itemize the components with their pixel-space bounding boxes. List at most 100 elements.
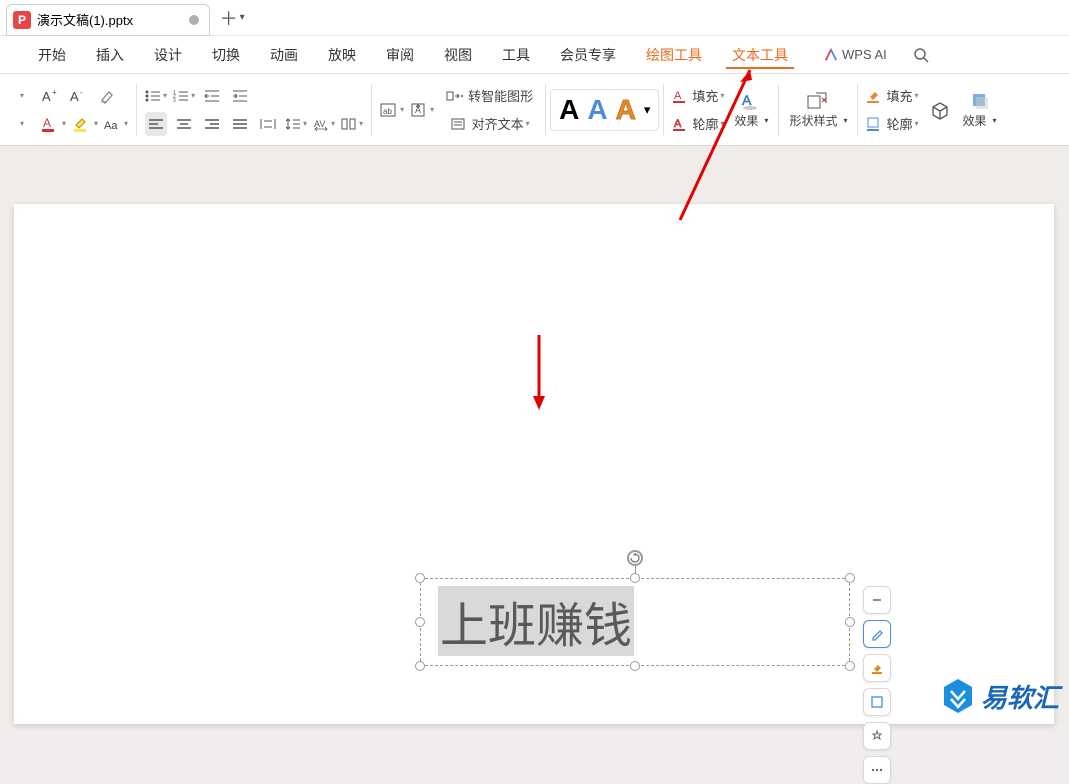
float-magic-button[interactable] xyxy=(863,722,891,750)
handle-w[interactable] xyxy=(415,617,425,627)
wordart-style-3[interactable]: A xyxy=(616,94,636,126)
svg-text:A: A xyxy=(674,90,682,102)
new-tab-button[interactable]: ＋▾ xyxy=(218,4,246,32)
textbox-selection[interactable]: 上班赚钱 xyxy=(420,578,850,666)
svg-text:3: 3 xyxy=(173,98,176,103)
menu-member[interactable]: 会员专享 xyxy=(554,41,622,69)
svg-text:A: A xyxy=(742,92,752,108)
char-spacing-icon[interactable]: AV▾ xyxy=(313,112,335,136)
decrease-indent-icon[interactable] xyxy=(201,84,223,108)
handle-se[interactable] xyxy=(845,661,855,671)
title-bar: P 演示文稿(1).pptx ＋▾ xyxy=(0,0,1069,36)
handle-s[interactable] xyxy=(630,661,640,671)
handle-nw[interactable] xyxy=(415,573,425,583)
search-icon[interactable] xyxy=(913,47,929,63)
handle-ne[interactable] xyxy=(845,573,855,583)
text-fill-icon: A xyxy=(672,88,688,104)
wps-ai[interactable]: WPS AI xyxy=(824,47,887,62)
aligntext-icon xyxy=(450,117,468,131)
handle-sw[interactable] xyxy=(415,661,425,671)
float-more-button[interactable] xyxy=(863,756,891,784)
line-spacing-icon[interactable]: ▾ xyxy=(285,112,307,136)
wordart-style-2[interactable]: A xyxy=(587,94,607,126)
menu-draw-tools[interactable]: 绘图工具 xyxy=(640,41,708,69)
rotate-handle[interactable] xyxy=(627,550,643,566)
text-outline-button[interactable]: A 轮廓▾ xyxy=(672,112,724,136)
shape-outline-icon xyxy=(866,116,882,132)
align-text-button[interactable]: 对齐文本▾ xyxy=(442,112,537,136)
menu-bar: 开始 插入 设计 切换 动画 放映 审阅 视图 工具 会员专享 绘图工具 文本工… xyxy=(0,36,1069,74)
watermark-icon xyxy=(941,677,975,715)
menu-review[interactable]: 审阅 xyxy=(380,41,420,69)
float-edit-button[interactable] xyxy=(863,620,891,648)
document-tab[interactable]: P 演示文稿(1).pptx xyxy=(6,4,210,36)
menu-tools[interactable]: 工具 xyxy=(496,41,536,69)
float-outline-button[interactable] xyxy=(863,688,891,716)
increase-indent-icon[interactable] xyxy=(229,84,251,108)
cube-icon xyxy=(929,99,951,121)
shape-effect-button[interactable]: 效果▾ xyxy=(957,88,1003,131)
menu-slideshow[interactable]: 放映 xyxy=(322,41,362,69)
font-color-icon[interactable]: A▾ xyxy=(40,112,66,136)
menu-design[interactable]: 设计 xyxy=(148,41,188,69)
shape-fill-button[interactable]: 填充▾ xyxy=(866,84,918,108)
font-dropdown[interactable]: ▾ xyxy=(10,84,32,108)
menu-text-tools[interactable]: 文本工具 xyxy=(726,41,794,69)
floating-toolbar xyxy=(863,586,891,784)
wordart-more-icon[interactable]: ▾ xyxy=(644,102,651,118)
columns-icon[interactable]: ▾ xyxy=(341,112,363,136)
text-outline-icon: A xyxy=(672,116,688,132)
float-collapse-button[interactable] xyxy=(863,586,891,614)
svg-text:A: A xyxy=(43,116,51,130)
numbering-icon[interactable]: 123▾ xyxy=(173,84,195,108)
distribute-icon[interactable] xyxy=(257,112,279,136)
tab-modified-dot[interactable] xyxy=(189,15,199,25)
change-case-icon[interactable]: Aa▾ xyxy=(104,112,128,136)
smartshape-icon xyxy=(446,89,464,103)
shape-outline-button[interactable]: 轮廓▾ xyxy=(866,112,918,136)
svg-text:A: A xyxy=(70,89,79,104)
shape-3d-button[interactable] xyxy=(923,97,957,123)
align-left-icon[interactable] xyxy=(145,112,167,136)
convert-smartshape-button[interactable]: 转智能图形 xyxy=(442,84,537,108)
svg-text:-: - xyxy=(80,88,83,97)
svg-text:ab: ab xyxy=(383,107,392,116)
effect-icon: A xyxy=(740,90,762,112)
float-fill-button[interactable] xyxy=(863,654,891,682)
filename: 演示文稿(1).pptx xyxy=(37,10,133,29)
align-right-icon[interactable] xyxy=(201,112,223,136)
canvas-area[interactable]: 上班赚钱 xyxy=(0,146,1069,725)
menu-start[interactable]: 开始 xyxy=(32,41,72,69)
highlight-icon[interactable]: ▾ xyxy=(72,112,98,136)
text-direction-icon[interactable]: ab▾ xyxy=(380,98,404,122)
shape-style-button[interactable]: 形状样式▾ xyxy=(783,88,853,131)
align-center-icon[interactable] xyxy=(173,112,195,136)
svg-text:A: A xyxy=(674,118,682,130)
shape-style-icon xyxy=(806,90,830,112)
ribbon-toolbar: ▾ ▾ A+ A- A▾ ▾ Aa▾ ▾ 123▾ ▾ AV xyxy=(0,74,1069,146)
bullets-icon[interactable]: ▾ xyxy=(145,84,167,108)
menu-insert[interactable]: 插入 xyxy=(90,41,130,69)
clear-format-icon[interactable] xyxy=(96,84,118,108)
vertical-align-icon[interactable]: A▾ xyxy=(410,98,434,122)
shape-fill-icon xyxy=(866,88,882,104)
app-icon: P xyxy=(13,11,31,29)
svg-text:A: A xyxy=(42,89,51,104)
decrease-font-icon[interactable]: A- xyxy=(68,84,90,108)
textbox-content[interactable]: 上班赚钱 xyxy=(438,586,634,656)
increase-font-icon[interactable]: A+ xyxy=(40,84,62,108)
menu-transition[interactable]: 切换 xyxy=(206,41,246,69)
wordart-style-1[interactable]: A xyxy=(559,94,579,126)
wordart-gallery[interactable]: A A A ▾ xyxy=(550,89,659,131)
font-dropdown2[interactable]: ▾ xyxy=(10,112,32,136)
handle-e[interactable] xyxy=(845,617,855,627)
text-effect-button[interactable]: A 效果▾ xyxy=(728,88,774,131)
menu-view[interactable]: 视图 xyxy=(438,41,478,69)
watermark: 易软汇 xyxy=(941,677,1059,715)
svg-text:Aa: Aa xyxy=(104,120,118,132)
menu-animation[interactable]: 动画 xyxy=(264,41,304,69)
text-fill-button[interactable]: A 填充▾ xyxy=(672,84,724,108)
align-justify-icon[interactable] xyxy=(229,112,251,136)
svg-text:AV: AV xyxy=(314,119,325,129)
handle-n[interactable] xyxy=(630,573,640,583)
